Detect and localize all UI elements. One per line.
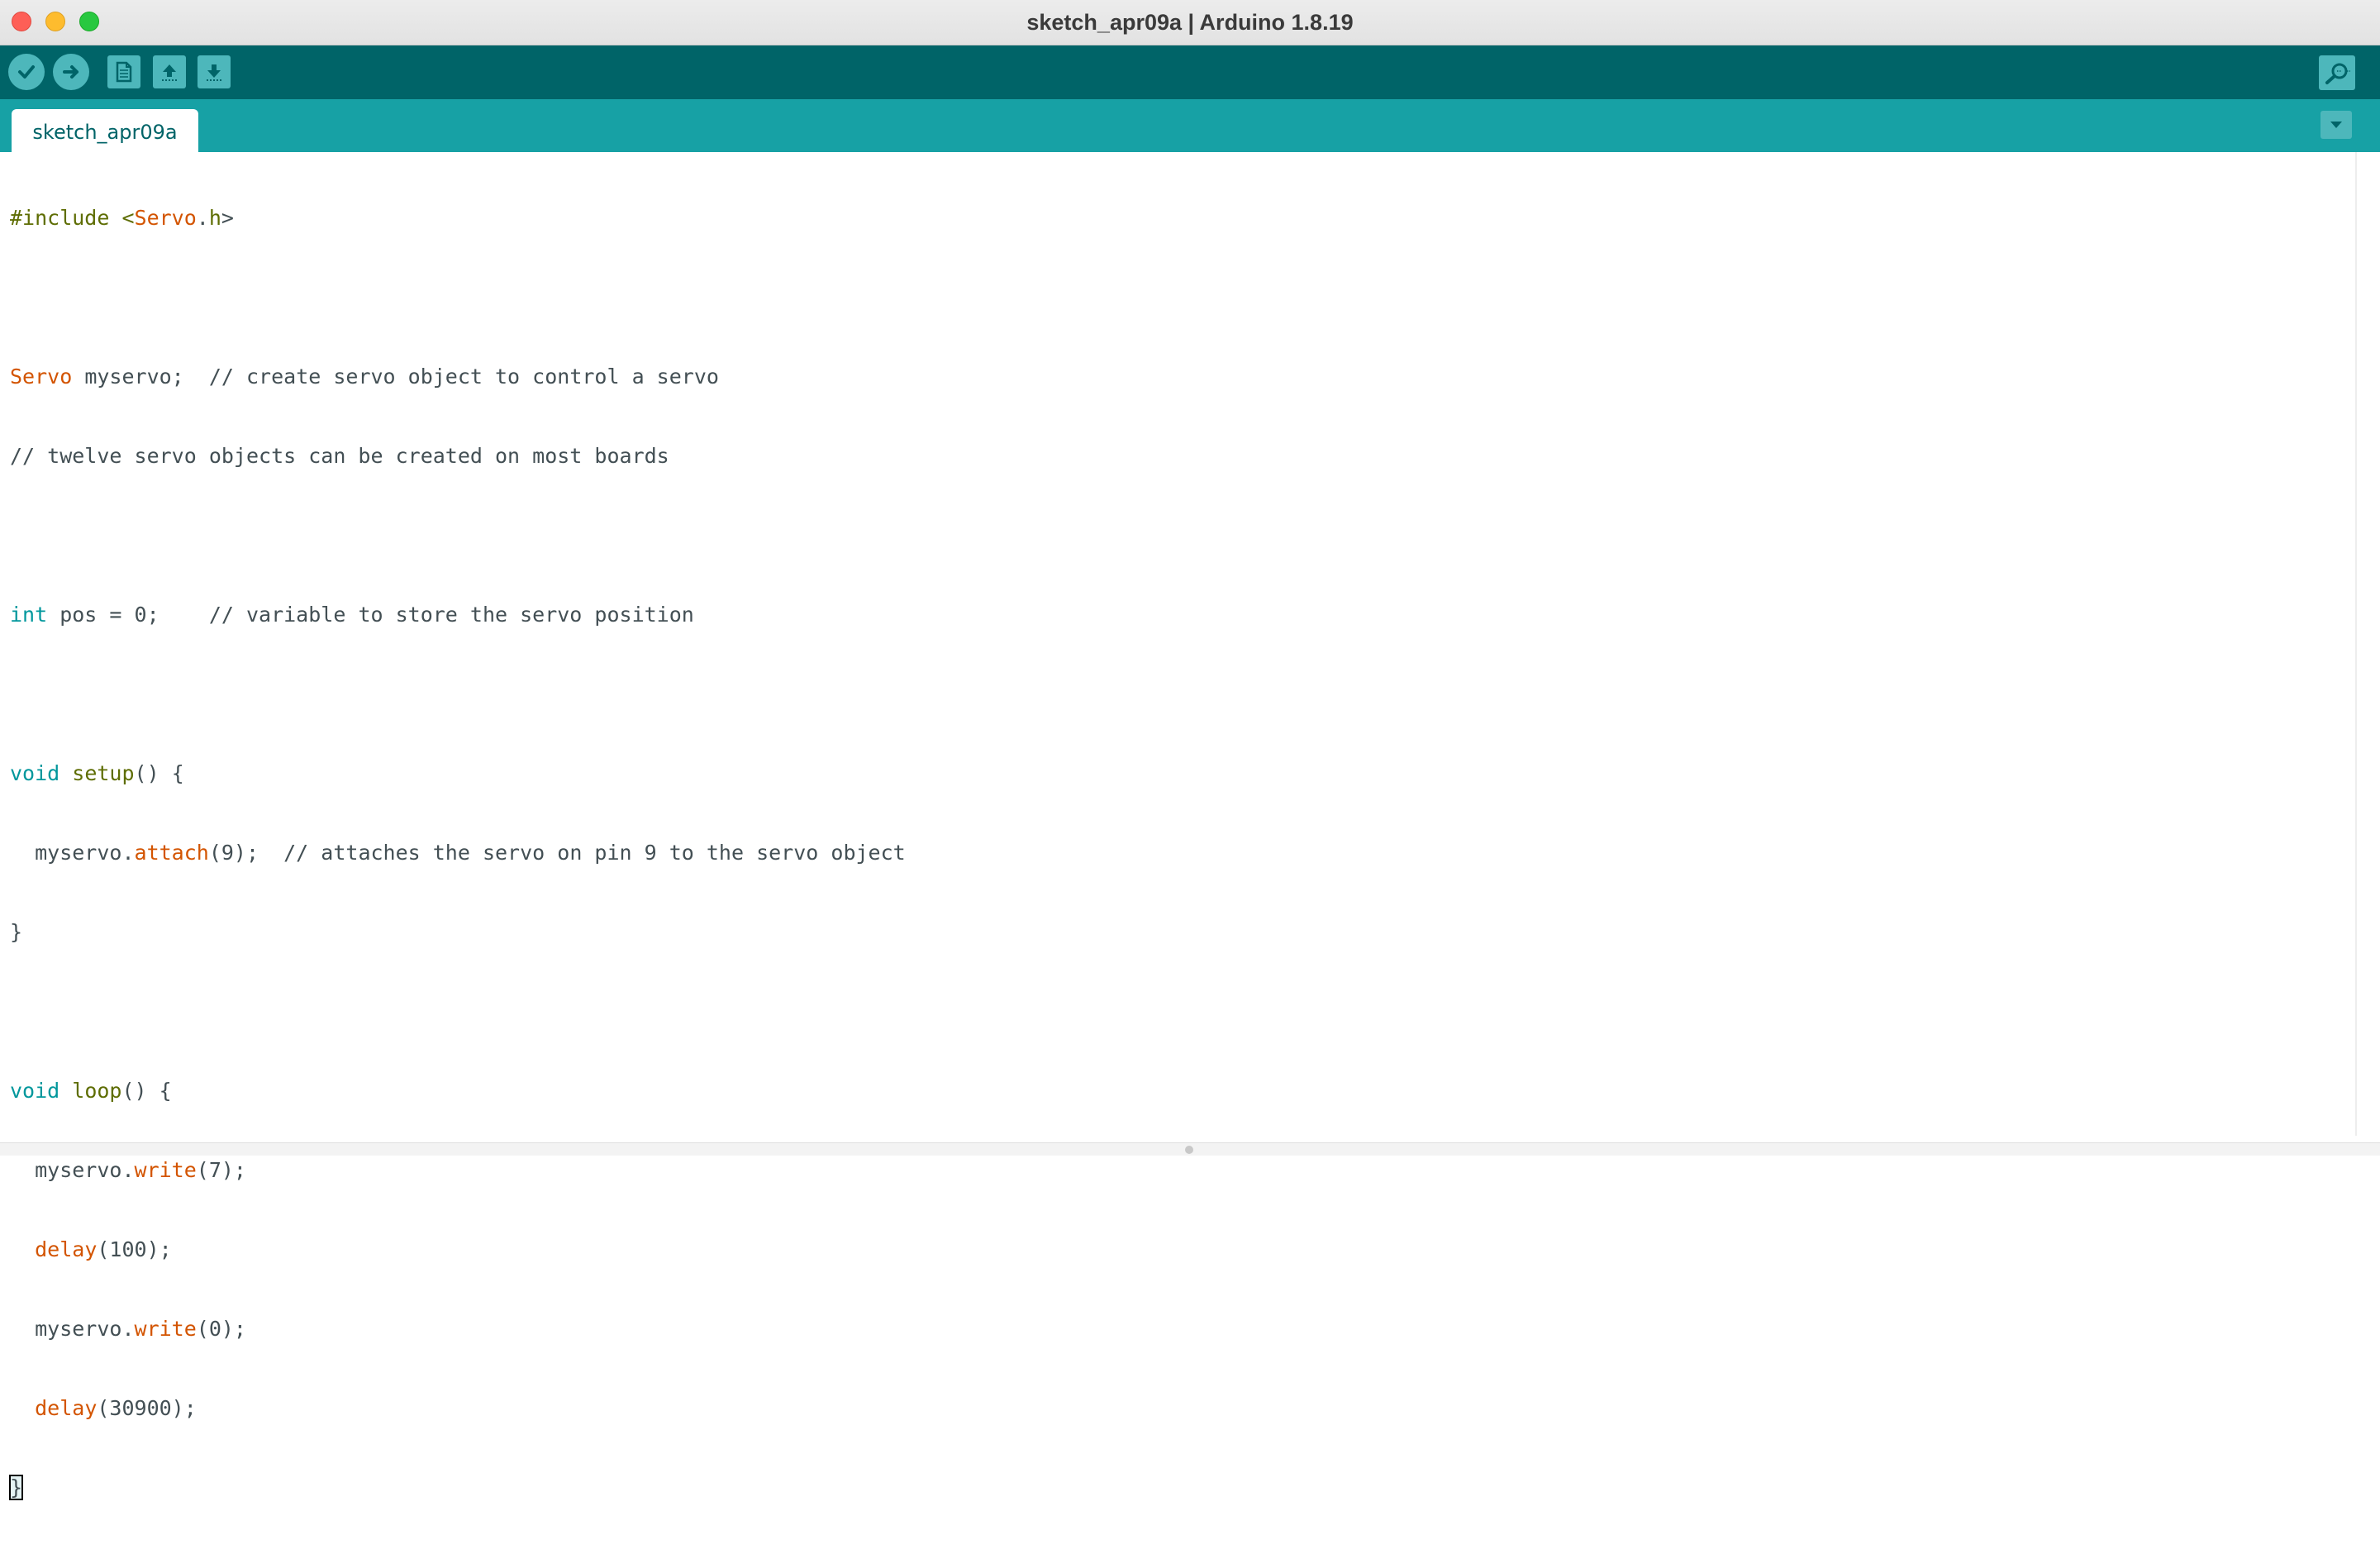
code-line: } — [10, 920, 23, 944]
code-token: (30900); — [97, 1396, 197, 1420]
code-line: myservo.write(0); — [10, 1316, 906, 1342]
code-token: pos = 0; // variable to store the servo … — [47, 603, 694, 627]
editor-margin-line — [2355, 152, 2357, 1136]
save-sketch-button[interactable] — [198, 55, 231, 88]
code-line: void setup() { — [10, 760, 906, 787]
code-token: myservo. — [10, 1317, 135, 1341]
code-line: myservo.write(7); — [10, 1157, 906, 1184]
tab-menu-button[interactable] — [2320, 111, 2352, 139]
code-token: myservo. — [10, 841, 135, 865]
code-token: myservo; // create servo object to contr… — [72, 365, 719, 388]
console-resize-handle[interactable] — [0, 1142, 2380, 1156]
code-token: () { — [121, 1079, 172, 1103]
window-title: sketch_apr09a | Arduino 1.8.19 — [1026, 10, 1354, 35]
code-token: delay — [35, 1396, 98, 1420]
arrow-up-icon — [162, 64, 177, 81]
code-token: attach — [134, 841, 209, 865]
code-token: void — [10, 761, 60, 785]
new-sketch-button[interactable] — [107, 55, 140, 88]
title-bar: sketch_apr09a | Arduino 1.8.19 — [0, 0, 2380, 45]
document-icon — [116, 61, 132, 83]
verify-button[interactable] — [8, 54, 45, 90]
magnifier-icon — [2325, 63, 2350, 84]
code-token: > — [221, 206, 234, 230]
code-line: void loop() { — [10, 1078, 906, 1104]
text-cursor-bracket: } — [8, 1475, 24, 1500]
code-token: delay — [35, 1237, 98, 1261]
code-line: myservo.attach(9); // attaches the servo… — [10, 840, 906, 866]
code-editor[interactable]: #include <Servo.h> Servo myservo; // cre… — [0, 152, 2380, 1500]
code-token: (100); — [97, 1237, 172, 1261]
code-line: #include <Servo.h> — [10, 205, 906, 231]
code-token: #include < — [10, 206, 135, 230]
code-token: . — [196, 206, 209, 230]
resize-grip-icon — [1185, 1146, 1193, 1154]
code-token: (0); — [196, 1317, 246, 1341]
code-token: myservo. — [10, 1158, 135, 1182]
code-text[interactable]: #include <Servo.h> Servo myservo; // cre… — [8, 152, 906, 1554]
code-line: Servo myservo; // create servo object to… — [10, 364, 906, 390]
code-token: loop — [72, 1079, 122, 1103]
code-token: () { — [134, 761, 184, 785]
chevron-down-icon — [2330, 122, 2342, 128]
arrow-down-icon — [207, 64, 221, 81]
code-line: // twelve servo objects can be created o… — [10, 444, 669, 468]
code-line: delay(30900); — [10, 1395, 906, 1422]
code-token: int — [10, 603, 48, 627]
code-token: Servo — [10, 365, 73, 388]
code-token: write — [134, 1158, 197, 1182]
code-token: write — [134, 1317, 197, 1341]
code-line: } — [8, 1475, 906, 1501]
code-token: setup — [72, 761, 135, 785]
code-line: int pos = 0; // variable to store the se… — [10, 602, 906, 628]
open-sketch-button[interactable] — [153, 55, 186, 88]
code-token: (9); // attaches the servo on pin 9 to t… — [208, 841, 906, 865]
code-line: delay(100); — [10, 1237, 906, 1263]
tab-sketch[interactable]: sketch_apr09a — [12, 109, 198, 152]
tab-bar: sketch_apr09a — [0, 99, 2380, 152]
code-token: (7); — [196, 1158, 246, 1182]
code-token: h — [208, 206, 221, 230]
checkmark-icon — [18, 65, 35, 79]
arrow-right-icon — [63, 65, 79, 79]
code-token: Servo — [134, 206, 197, 230]
toolbar — [0, 45, 2380, 99]
serial-monitor-button[interactable] — [2319, 55, 2355, 90]
upload-button[interactable] — [53, 54, 89, 90]
code-token: void — [10, 1079, 60, 1103]
